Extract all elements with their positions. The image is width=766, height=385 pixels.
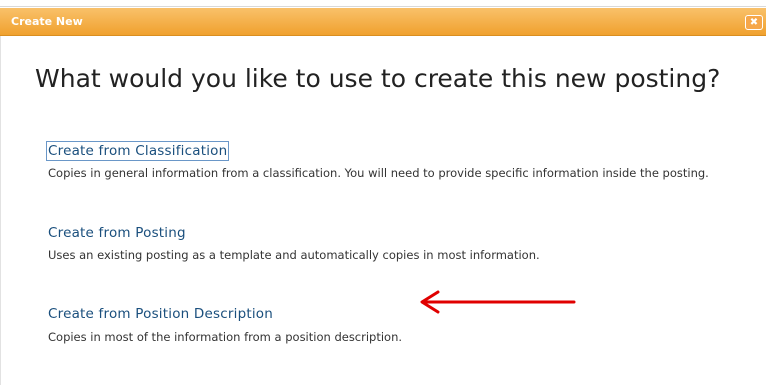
create-from-posting-link[interactable]: Create from Posting [48, 225, 186, 241]
top-border [0, 0, 766, 7]
create-from-posting-description: Uses an existing posting as a template a… [48, 248, 540, 262]
create-from-position-description-link[interactable]: Create from Position Description [48, 306, 273, 322]
dialog-title: Create New [11, 15, 83, 28]
create-from-position-description-description: Copies in most of the information from a… [48, 330, 403, 344]
page-title: What would you like to use to create thi… [35, 64, 721, 93]
create-from-classification-description: Copies in general information from a cla… [48, 166, 709, 180]
dialog-header: Create New ✖ [0, 8, 766, 36]
create-from-classification-link[interactable]: Create from Classification [45, 141, 230, 161]
dialog-body: What would you like to use to create thi… [0, 36, 766, 385]
close-icon: ✖ [749, 16, 759, 28]
red-arrow-icon [420, 290, 576, 314]
close-button[interactable]: ✖ [745, 15, 763, 30]
